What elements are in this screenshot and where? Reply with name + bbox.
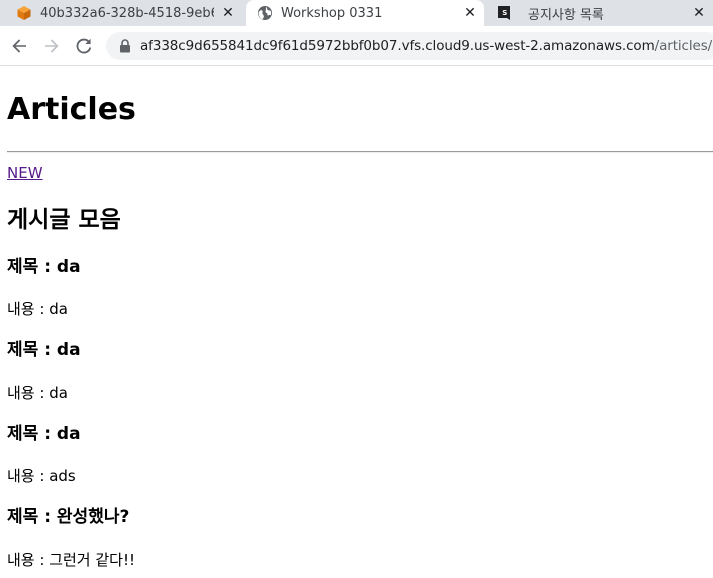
title-prefix: 제목 :	[7, 257, 57, 277]
reload-button[interactable]	[74, 36, 94, 56]
article-title: 제목 : da	[7, 422, 81, 446]
title-prefix: 제목 :	[7, 424, 57, 444]
title-prefix: 제목 :	[7, 340, 57, 360]
svg-text:S: S	[502, 9, 507, 17]
page-content: Articles NEW 게시글 모음 제목 : da 내용 : da 제목 :…	[0, 66, 713, 578]
globe-icon	[257, 5, 273, 21]
article-title: 제목 : 완성했나?	[7, 505, 129, 529]
title-value: da	[56, 424, 81, 444]
tab-title: Workshop 0331	[281, 5, 383, 21]
content-value: da	[49, 300, 68, 318]
divider	[7, 151, 713, 153]
arrow-right-icon	[45, 39, 59, 53]
tab-close-icon[interactable]: ✕	[462, 5, 478, 21]
url-path: /articles/	[654, 38, 713, 54]
tab-title: 40b332a6-328b-4518-9eb6	[40, 5, 214, 21]
aws-cube-icon	[16, 5, 32, 21]
title-prefix: 제목 :	[7, 507, 57, 527]
article-content: 내용 : da	[7, 383, 68, 403]
article-content: 내용 : 그런거 같다!!	[7, 550, 135, 570]
tab-notice-list[interactable]: S 공지사항 목록 ✕	[488, 0, 713, 26]
address-bar[interactable]: af338c9d655841dc9f61d5972bbf0b07.vfs.clo…	[106, 32, 713, 60]
new-article-link[interactable]: NEW	[7, 163, 43, 183]
tab-title: 공지사항 목록	[528, 7, 604, 23]
browser-toolbar: af338c9d655841dc9f61d5972bbf0b07.vfs.clo…	[0, 26, 713, 66]
tab-close-icon[interactable]: ✕	[220, 5, 236, 21]
tab-cloud9-ide[interactable]: 40b332a6-328b-4518-9eb6 ✕	[8, 0, 242, 26]
content-value: ads	[49, 467, 76, 485]
content-prefix: 내용 :	[7, 384, 50, 402]
tab-close-icon[interactable]: ✕	[691, 5, 707, 21]
content-prefix: 내용 :	[7, 467, 50, 485]
title-value: 완성했나?	[56, 507, 130, 527]
article-title: 제목 : da	[7, 255, 81, 279]
content-value: 그런거 같다!!	[49, 551, 135, 569]
article-content: 내용 : da	[7, 299, 68, 319]
url-text: af338c9d655841dc9f61d5972bbf0b07.vfs.clo…	[140, 38, 712, 54]
title-value: da	[56, 340, 81, 360]
reload-icon	[76, 38, 92, 54]
forward-button[interactable]	[41, 36, 61, 56]
article-content: 내용 : ads	[7, 466, 76, 486]
url-host: af338c9d655841dc9f61d5972bbf0b07.vfs.clo…	[140, 38, 655, 54]
tab-workshop-0331[interactable]: Workshop 0331 ✕	[246, 0, 484, 26]
lock-icon[interactable]	[118, 39, 132, 53]
content-prefix: 내용 :	[7, 300, 50, 318]
tab-strip: 40b332a6-328b-4518-9eb6 ✕ Workshop 0331 …	[0, 0, 713, 26]
title-value: da	[56, 257, 81, 277]
content-prefix: 내용 :	[7, 551, 50, 569]
article-title: 제목 : da	[7, 338, 81, 362]
section-title: 게시글 모음	[7, 207, 121, 233]
bookmark-s-icon: S	[496, 5, 512, 21]
back-button[interactable]	[10, 36, 30, 56]
content-value: da	[49, 384, 68, 402]
arrow-left-icon	[12, 39, 26, 53]
page-title: Articles	[7, 92, 136, 127]
